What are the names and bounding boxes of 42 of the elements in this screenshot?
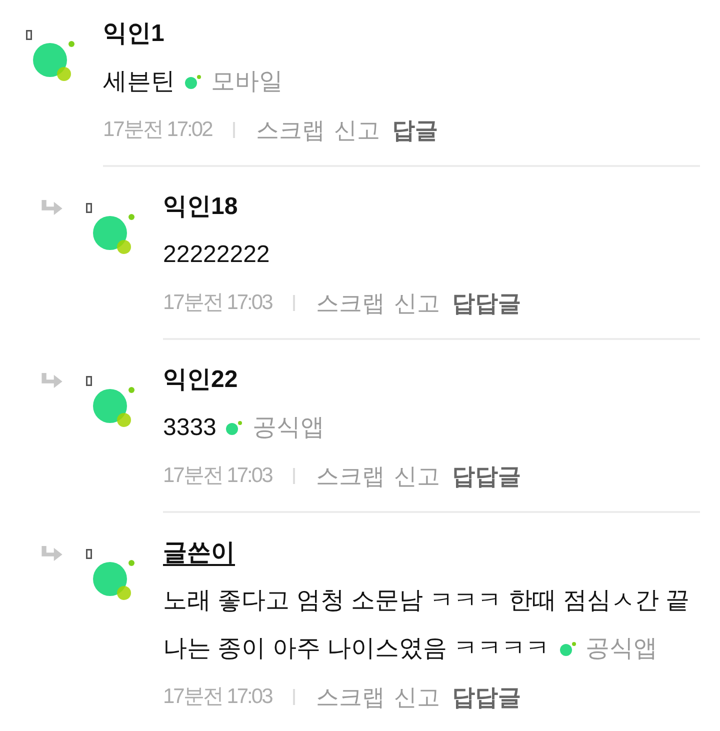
device-label: 모바일 [211, 67, 283, 97]
comment-text: 22222222 [163, 240, 270, 270]
dots-icon [226, 421, 242, 435]
reply-arrow-icon [41, 200, 63, 215]
avatar-icon [93, 214, 135, 255]
avatar-icon [33, 41, 75, 82]
timestamp: 17분전 17:03 [163, 684, 272, 710]
frame-icon [86, 376, 92, 386]
author-name: 글쓴이 [163, 538, 235, 568]
device-label: 공식앱 [586, 634, 658, 664]
action-button[interactable]: 신고 [334, 112, 380, 148]
timestamp: 17분전 17:03 [163, 290, 272, 316]
action-button[interactable]: 신고 [394, 286, 440, 320]
reply-button[interactable]: 답답글 [452, 680, 521, 714]
frame-icon [86, 549, 92, 559]
author-name: 익인1 [103, 19, 164, 49]
timestamp: 17분전 17:03 [163, 463, 272, 490]
avatar-icon [93, 387, 135, 428]
reply-button[interactable]: 답답글 [452, 286, 521, 320]
reply-button[interactable]: 답글 [392, 112, 438, 148]
dots-icon [185, 75, 201, 89]
frame-icon [86, 203, 92, 213]
frame-icon [26, 30, 32, 40]
timestamp: 17분전 17:02 [103, 117, 212, 144]
action-button[interactable]: 스크랩 [316, 680, 385, 714]
action-button[interactable]: 스크랩 [256, 112, 325, 148]
reply-arrow-icon [41, 546, 63, 561]
device-label: 공식앱 [252, 413, 324, 443]
action-button[interactable]: 신고 [394, 680, 440, 714]
comment-text: 노래 좋다고 엄청 소문남 ㅋㅋㅋ 한때 점심ㅅ간 끝 [163, 586, 690, 616]
action-button[interactable]: 신고 [394, 458, 440, 494]
dots-icon [560, 642, 576, 656]
author-name: 익인22 [163, 365, 238, 395]
action-button[interactable]: 스크랩 [316, 286, 385, 320]
comment-text: 세븐틴 [103, 67, 175, 97]
reply-button[interactable]: 답답글 [452, 458, 521, 494]
action-button[interactable]: 스크랩 [316, 458, 385, 494]
comment-text: 3333 [163, 413, 216, 443]
avatar-icon [93, 560, 135, 601]
author-name: 익인18 [163, 192, 238, 222]
reply-arrow-icon [41, 373, 63, 388]
comment-text: 나는 종이 아주 나이스였음 ㅋㅋㅋㅋ [163, 634, 550, 664]
